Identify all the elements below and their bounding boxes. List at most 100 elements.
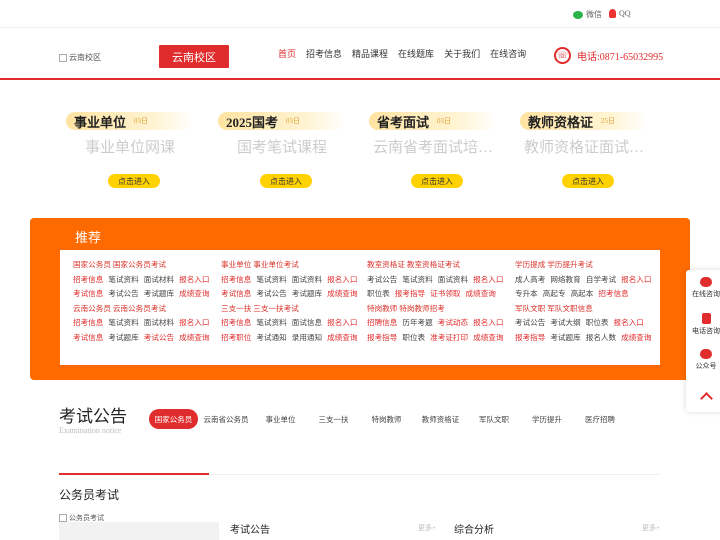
tab-yunnan-civil[interactable]: 云南省公务员 bbox=[198, 409, 254, 429]
recommend-link[interactable]: 招考信息 bbox=[73, 318, 103, 327]
side-official-account[interactable]: 公众号 bbox=[686, 342, 720, 378]
recommend-link[interactable]: 成绩查询 bbox=[466, 289, 496, 298]
recommend-link[interactable]: 面试资料 bbox=[438, 275, 468, 284]
tab-sanzhi-yifu[interactable]: 三支一扶 bbox=[307, 409, 360, 429]
recommend-link[interactable]: 考试动态 bbox=[438, 318, 468, 327]
recommend-link[interactable]: 招聘信息 bbox=[367, 318, 397, 327]
recommend-link[interactable]: 面试材料 bbox=[144, 318, 174, 327]
recommend-link[interactable]: 笔试资料 bbox=[108, 275, 138, 284]
recommend-link[interactable]: 招考职位 bbox=[221, 333, 251, 342]
nav-recruit-info[interactable]: 招考信息 bbox=[306, 47, 342, 62]
recommend-link[interactable]: 职位表 bbox=[586, 318, 609, 327]
recommend-link[interactable]: 面试信息 bbox=[292, 318, 322, 327]
recommend-link[interactable]: 招考信息 bbox=[73, 275, 103, 284]
enter-button[interactable]: 点击进入 bbox=[411, 174, 463, 188]
logo[interactable]: 云南校区 bbox=[59, 52, 101, 63]
back-to-top[interactable] bbox=[686, 378, 720, 414]
recommend-link[interactable]: 考试公告 bbox=[367, 275, 397, 284]
recommend-link[interactable]: 自学考试 bbox=[586, 275, 616, 284]
nav-consult[interactable]: 在线咨询 bbox=[490, 47, 526, 62]
nav-home[interactable]: 首页 bbox=[278, 47, 296, 62]
recommend-link[interactable]: 考试公告 bbox=[108, 289, 138, 298]
recommend-link[interactable]: 报考指导 bbox=[395, 289, 425, 298]
recommend-link[interactable]: 招考信息 bbox=[221, 318, 251, 327]
recommend-group-title[interactable]: 特岗教师 特岗教师招考 bbox=[367, 302, 512, 317]
enter-button[interactable]: 点击进入 bbox=[260, 174, 312, 188]
recommend-link[interactable]: 高起本 bbox=[571, 289, 594, 298]
recommend-link[interactable]: 考试公告 bbox=[256, 289, 286, 298]
recommend-group-title[interactable]: 教室资格证 教室资格证考试 bbox=[367, 258, 512, 273]
recommend-link[interactable]: 职位表 bbox=[402, 333, 425, 342]
recommend-group-title[interactable]: 云南公务员 云南公务员考试 bbox=[73, 302, 218, 317]
recommend-link[interactable]: 报名入口 bbox=[621, 275, 651, 284]
tab-national-civil[interactable]: 国家公务员 bbox=[149, 409, 198, 429]
recommend-group-title[interactable]: 事业单位 事业单位考试 bbox=[221, 258, 366, 273]
recommend-group-title[interactable]: 军队文职 军队文职信息 bbox=[515, 302, 660, 317]
recommend-link[interactable]: 招考信息 bbox=[221, 275, 251, 284]
section-image[interactable] bbox=[59, 522, 219, 540]
recommend-link[interactable]: 职位表 bbox=[367, 289, 390, 298]
recommend-link[interactable]: 报名入口 bbox=[327, 318, 357, 327]
recommend-link[interactable]: 报名入口 bbox=[327, 275, 357, 284]
recommend-link[interactable]: 网络教育 bbox=[550, 275, 580, 284]
recommend-link[interactable]: 准考证打印 bbox=[430, 333, 468, 342]
tab-special-teacher[interactable]: 特岗教师 bbox=[360, 409, 413, 429]
recommend-link[interactable]: 面试材料 bbox=[144, 275, 174, 284]
tab-public-institution[interactable]: 事业单位 bbox=[254, 409, 307, 429]
recommend-link[interactable]: 成绩查询 bbox=[473, 333, 503, 342]
recommend-link[interactable]: 考试公告 bbox=[515, 318, 545, 327]
recommend-link[interactable]: 面试资料 bbox=[292, 275, 322, 284]
nav-question-bank[interactable]: 在线题库 bbox=[398, 47, 434, 62]
enter-button[interactable]: 点击进入 bbox=[562, 174, 614, 188]
recommend-link[interactable]: 报考指导 bbox=[515, 333, 545, 342]
campus-button[interactable]: 云南校区 bbox=[159, 45, 229, 68]
tab-teacher-cert[interactable]: 教师资格证 bbox=[413, 409, 468, 429]
recommend-link[interactable]: 笔试资料 bbox=[256, 318, 286, 327]
recommend-link[interactable]: 考试信息 bbox=[73, 289, 103, 298]
recommend-link[interactable]: 历年考题 bbox=[402, 318, 432, 327]
recommend-link[interactable]: 专升本 bbox=[515, 289, 538, 298]
recommend-link[interactable]: 高起专 bbox=[543, 289, 566, 298]
recommend-link[interactable]: 考试题库 bbox=[292, 289, 322, 298]
recommend-link[interactable]: 考试大纲 bbox=[550, 318, 580, 327]
recommend-link[interactable]: 报考指导 bbox=[367, 333, 397, 342]
tab-military-civilian[interactable]: 军队文职 bbox=[468, 409, 520, 429]
recommend-link[interactable]: 成绩查询 bbox=[621, 333, 651, 342]
recommend-link[interactable]: 报名人数 bbox=[586, 333, 616, 342]
nav-courses[interactable]: 精品课程 bbox=[352, 47, 388, 62]
side-phone-consult[interactable]: 电话咨询 bbox=[686, 306, 720, 342]
recommend-link[interactable]: 报名入口 bbox=[473, 318, 503, 327]
recommend-link[interactable]: 报名入口 bbox=[179, 275, 209, 284]
recommend-link[interactable]: 成人高考 bbox=[515, 275, 545, 284]
recommend-link[interactable]: 考试题库 bbox=[108, 333, 138, 342]
recommend-group-title[interactable]: 三支一扶 三支一扶考试 bbox=[221, 302, 366, 317]
recommend-link[interactable]: 招考信息 bbox=[598, 289, 628, 298]
recommend-group-title[interactable]: 学历提成 学历提升考试 bbox=[515, 258, 660, 273]
side-online-consult[interactable]: 在线咨询 bbox=[686, 270, 720, 306]
recommend-link[interactable]: 成绩查询 bbox=[179, 289, 209, 298]
recommend-link[interactable]: 成绩查询 bbox=[179, 333, 209, 342]
recommend-link[interactable]: 考试信息 bbox=[73, 333, 103, 342]
qq-link[interactable]: QQ bbox=[609, 9, 631, 18]
recommend-link[interactable]: 报名入口 bbox=[473, 275, 503, 284]
enter-button[interactable]: 点击进入 bbox=[108, 174, 160, 188]
recommend-link[interactable]: 考试信息 bbox=[221, 289, 251, 298]
more-link[interactable]: 更多+ bbox=[642, 523, 660, 533]
recommend-link[interactable]: 报名入口 bbox=[614, 318, 644, 327]
more-link[interactable]: 更多+ bbox=[418, 523, 436, 533]
recommend-link[interactable]: 考试公告 bbox=[144, 333, 174, 342]
recommend-link[interactable]: 成绩查询 bbox=[327, 333, 357, 342]
recommend-link[interactable]: 报名入口 bbox=[179, 318, 209, 327]
recommend-group-title[interactable]: 国家公务员 国家公务员考试 bbox=[73, 258, 218, 273]
recommend-link[interactable]: 证书领取 bbox=[430, 289, 460, 298]
recommend-link[interactable]: 笔试资料 bbox=[256, 275, 286, 284]
recommend-link[interactable]: 笔试资料 bbox=[402, 275, 432, 284]
tab-degree-upgrade[interactable]: 学历提升 bbox=[520, 409, 574, 429]
wechat-link[interactable]: 微信 bbox=[573, 9, 602, 20]
recommend-link[interactable]: 考试题库 bbox=[144, 289, 174, 298]
recommend-link[interactable]: 成绩查询 bbox=[327, 289, 357, 298]
tab-medical-recruit[interactable]: 医疗招聘 bbox=[574, 409, 626, 429]
recommend-link[interactable]: 笔试资料 bbox=[108, 318, 138, 327]
nav-about[interactable]: 关于我们 bbox=[444, 47, 480, 62]
recommend-link[interactable]: 考试题库 bbox=[550, 333, 580, 342]
